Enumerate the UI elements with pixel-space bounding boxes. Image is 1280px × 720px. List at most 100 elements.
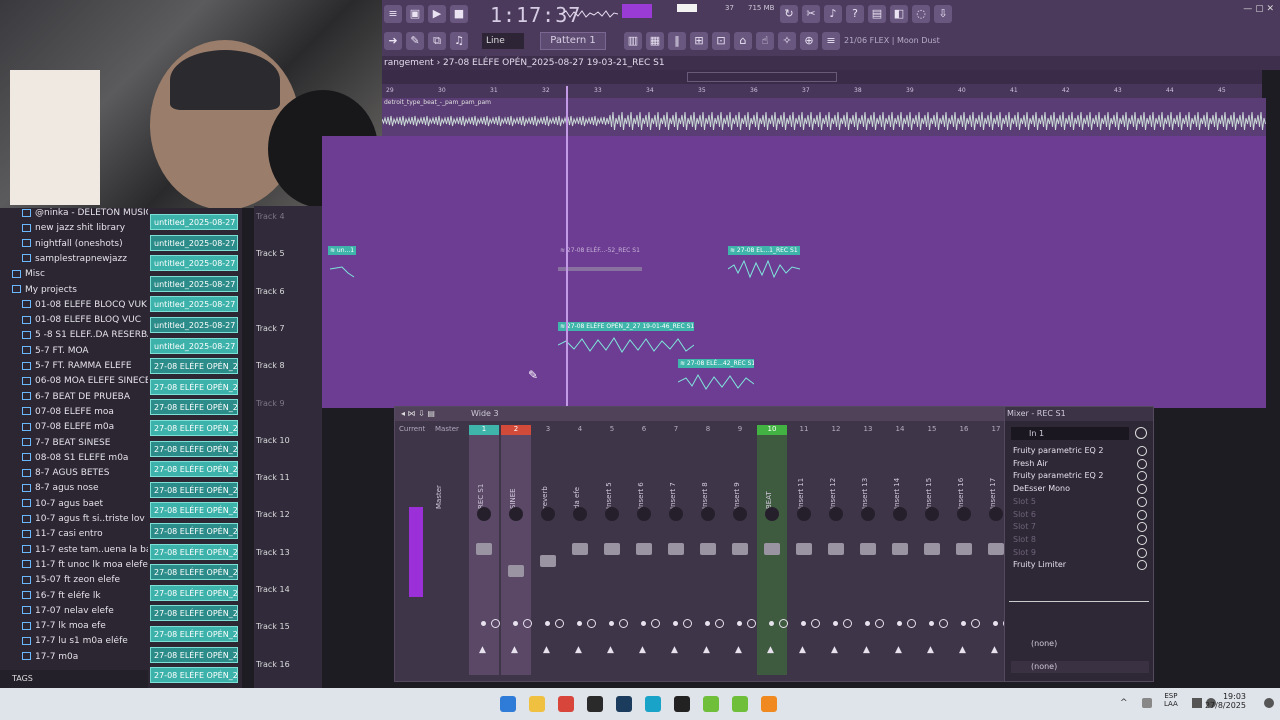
volume-fader[interactable] xyxy=(764,543,780,555)
cart-icon[interactable]: ⊕ xyxy=(800,32,818,50)
record-icon[interactable] xyxy=(715,619,724,628)
mute-icon[interactable] xyxy=(641,621,646,626)
mixer-nav-icons[interactable]: ◂ ⋈ ⇩ ▤ xyxy=(401,409,435,418)
browser-item[interactable]: Misc xyxy=(0,269,148,284)
pat-song-icon[interactable]: ▣ xyxy=(406,5,424,23)
audio-track[interactable]: detroit_type_beat_-_pam_pam_pam xyxy=(382,98,1266,136)
browser-item[interactable]: 07-08 ELÉFE moa xyxy=(0,407,148,422)
pan-knob[interactable] xyxy=(797,507,811,521)
picker-item[interactable]: 27-08 ELÉFE OPÉN_2025... xyxy=(150,543,238,560)
browser-item[interactable]: samplestrapnewjazz xyxy=(0,254,148,269)
slot-power-icon[interactable] xyxy=(1137,522,1147,533)
save-icon[interactable]: ▤ xyxy=(868,5,886,23)
route-arrow-icon[interactable]: ▲ xyxy=(767,645,774,655)
pan-knob[interactable] xyxy=(541,507,555,521)
fx-slot[interactable]: Slot 8 xyxy=(1013,534,1147,546)
output-select-1[interactable]: (none) xyxy=(1015,639,1057,648)
volume-fader[interactable] xyxy=(508,565,524,577)
playhead[interactable] xyxy=(566,86,568,408)
channel-icon[interactable]: ⊞ xyxy=(690,32,708,50)
route-arrow-icon[interactable]: ▲ xyxy=(863,645,870,655)
mute-icon[interactable] xyxy=(961,621,966,626)
pan-knob[interactable] xyxy=(861,507,875,521)
browser-item[interactable]: 17-07 nelav elefe xyxy=(0,606,148,621)
fx-slot[interactable]: Fruity parametric EQ 2 xyxy=(1013,470,1147,482)
browser-item[interactable]: 15-07 ft zeon elefe xyxy=(0,575,148,590)
browser-item[interactable]: 5-7 FT. RAMMA ELÉFE xyxy=(0,361,148,376)
route-arrow-icon[interactable]: ▲ xyxy=(671,645,678,655)
record-icon[interactable] xyxy=(651,619,660,628)
picker-item[interactable]: 27-08 ELÉFE OPÉN_2025... xyxy=(150,440,238,457)
picker-item[interactable]: untitled_2025-08-27 16-... xyxy=(150,317,238,333)
help-icon[interactable]: ? xyxy=(846,5,864,23)
picker-item[interactable]: 27-08 ELÉFE OPÉN_2025... xyxy=(150,646,238,663)
browser-item[interactable]: 16-7 ft eléfe lk xyxy=(0,591,148,606)
browser-item[interactable]: 6-7 BEAT DE PRUEBA xyxy=(0,392,148,407)
mute-icon[interactable] xyxy=(577,621,582,626)
volume-fader[interactable] xyxy=(988,543,1004,555)
mute-icon[interactable] xyxy=(801,621,806,626)
picker-item[interactable]: 27-08 ELÉFE OPÉN_2025... xyxy=(150,605,238,622)
fx-slot[interactable]: Slot 6 xyxy=(1013,509,1147,521)
route-arrow-icon[interactable]: ▲ xyxy=(735,645,742,655)
route-arrow-icon[interactable]: ▲ xyxy=(895,645,902,655)
browser-item[interactable]: 17-7 m0a xyxy=(0,652,148,667)
route-arrow-icon[interactable]: ▲ xyxy=(831,645,838,655)
record-icon[interactable] xyxy=(939,619,948,628)
picker-item[interactable]: untitled_2025-08-27 16-... xyxy=(150,214,238,230)
route-arrow-icon[interactable]: ▲ xyxy=(991,645,998,655)
picker-item[interactable]: untitled_2025-08-27 16-... xyxy=(150,275,238,292)
link-icon[interactable]: ⧉ xyxy=(428,32,446,50)
mixer-strip[interactable]: 1 REC S1 ▲ xyxy=(469,425,500,675)
input-power-icon[interactable] xyxy=(1135,427,1147,439)
mixer-strip[interactable]: 11 Insert 11 ▲ xyxy=(789,425,820,675)
capcut-icon[interactable] xyxy=(674,696,690,712)
volume-fader[interactable] xyxy=(860,543,876,555)
route-arrow-icon[interactable]: ▲ xyxy=(639,645,646,655)
mute-icon[interactable] xyxy=(833,621,838,626)
picker-item[interactable]: untitled_2025-08-27 16-... xyxy=(150,255,238,272)
picker-item[interactable]: 27-08 ELÉFE OPÉN_2025... xyxy=(150,358,238,375)
track-header[interactable]: Track 6 xyxy=(254,287,322,296)
route-arrow-icon[interactable]: ▲ xyxy=(799,645,806,655)
slot-power-icon[interactable] xyxy=(1137,471,1147,482)
slot-power-icon[interactable] xyxy=(1137,496,1147,507)
mixer-strip[interactable]: 7 Insert 7 ▲ xyxy=(661,425,692,675)
playlist-title[interactable]: rangement › 27-08 ELÉFE OPÉN_2025-08-27 … xyxy=(382,56,1280,70)
picker-item[interactable]: 27-08 ELÉFE OPÉN_2025... xyxy=(150,378,238,395)
record-icon[interactable] xyxy=(523,619,532,628)
overview-window[interactable] xyxy=(687,72,837,82)
picker-item[interactable]: untitled_2025-08-27 16-... xyxy=(150,337,238,354)
route-arrow-icon[interactable]: ▲ xyxy=(927,645,934,655)
browser-item[interactable]: 07-08 ELÉFE m0a xyxy=(0,422,148,437)
playlist-clip[interactable]: ≋ 27-08 ELÉ...42_REC S1 xyxy=(678,359,754,397)
volume-fader[interactable] xyxy=(604,543,620,555)
pan-knob[interactable] xyxy=(957,507,971,521)
slot-power-icon[interactable] xyxy=(1137,547,1147,558)
mute-icon[interactable] xyxy=(481,621,486,626)
picker-item[interactable]: 27-08 ELÉFE OPÉN_2025... xyxy=(150,626,238,642)
obs-icon[interactable] xyxy=(587,696,603,712)
playlist-clip[interactable]: ≋ 27-08 EL...1_REC S1 xyxy=(728,246,800,284)
download-icon[interactable]: ⇩ xyxy=(934,5,952,23)
chat-icon[interactable]: ◌ xyxy=(912,5,930,23)
input-select[interactable]: In 1 xyxy=(1011,427,1129,440)
step-icon[interactable]: ▦ xyxy=(646,32,664,50)
record-icon[interactable] xyxy=(843,619,852,628)
volume-fader[interactable] xyxy=(668,543,684,555)
playlist-clip[interactable]: ≋ 27-08 ELÉFE OPÉN_2_27 19-01-46_REC S1 xyxy=(558,322,694,360)
arrow-right-icon[interactable]: ➜ xyxy=(384,32,402,50)
fx-slot[interactable]: DeEsser Mono xyxy=(1013,483,1147,495)
mixer-strip[interactable]: 4 da efe ▲ xyxy=(565,425,596,675)
start-icon[interactable] xyxy=(500,696,516,712)
mixer-strip[interactable]: 6 Insert 6 ▲ xyxy=(629,425,660,675)
record-icon[interactable] xyxy=(491,619,500,628)
taskbar-clock[interactable]: 19:03 27/8/2025 xyxy=(1205,692,1246,710)
pan-knob[interactable] xyxy=(669,507,683,521)
folder-icon[interactable] xyxy=(529,696,545,712)
picker-item[interactable]: untitled_2025-08-27 16-... xyxy=(150,296,238,313)
mixer-strip[interactable]: 10 BEAT ▲ xyxy=(757,425,788,675)
touch-icon[interactable]: ☝ xyxy=(756,32,774,50)
browser-item[interactable]: @ninka - DELETON MUSIC xyxy=(0,208,148,223)
browser-item[interactable]: 11-7 ft unoc lk moa elefe xyxy=(0,560,148,575)
